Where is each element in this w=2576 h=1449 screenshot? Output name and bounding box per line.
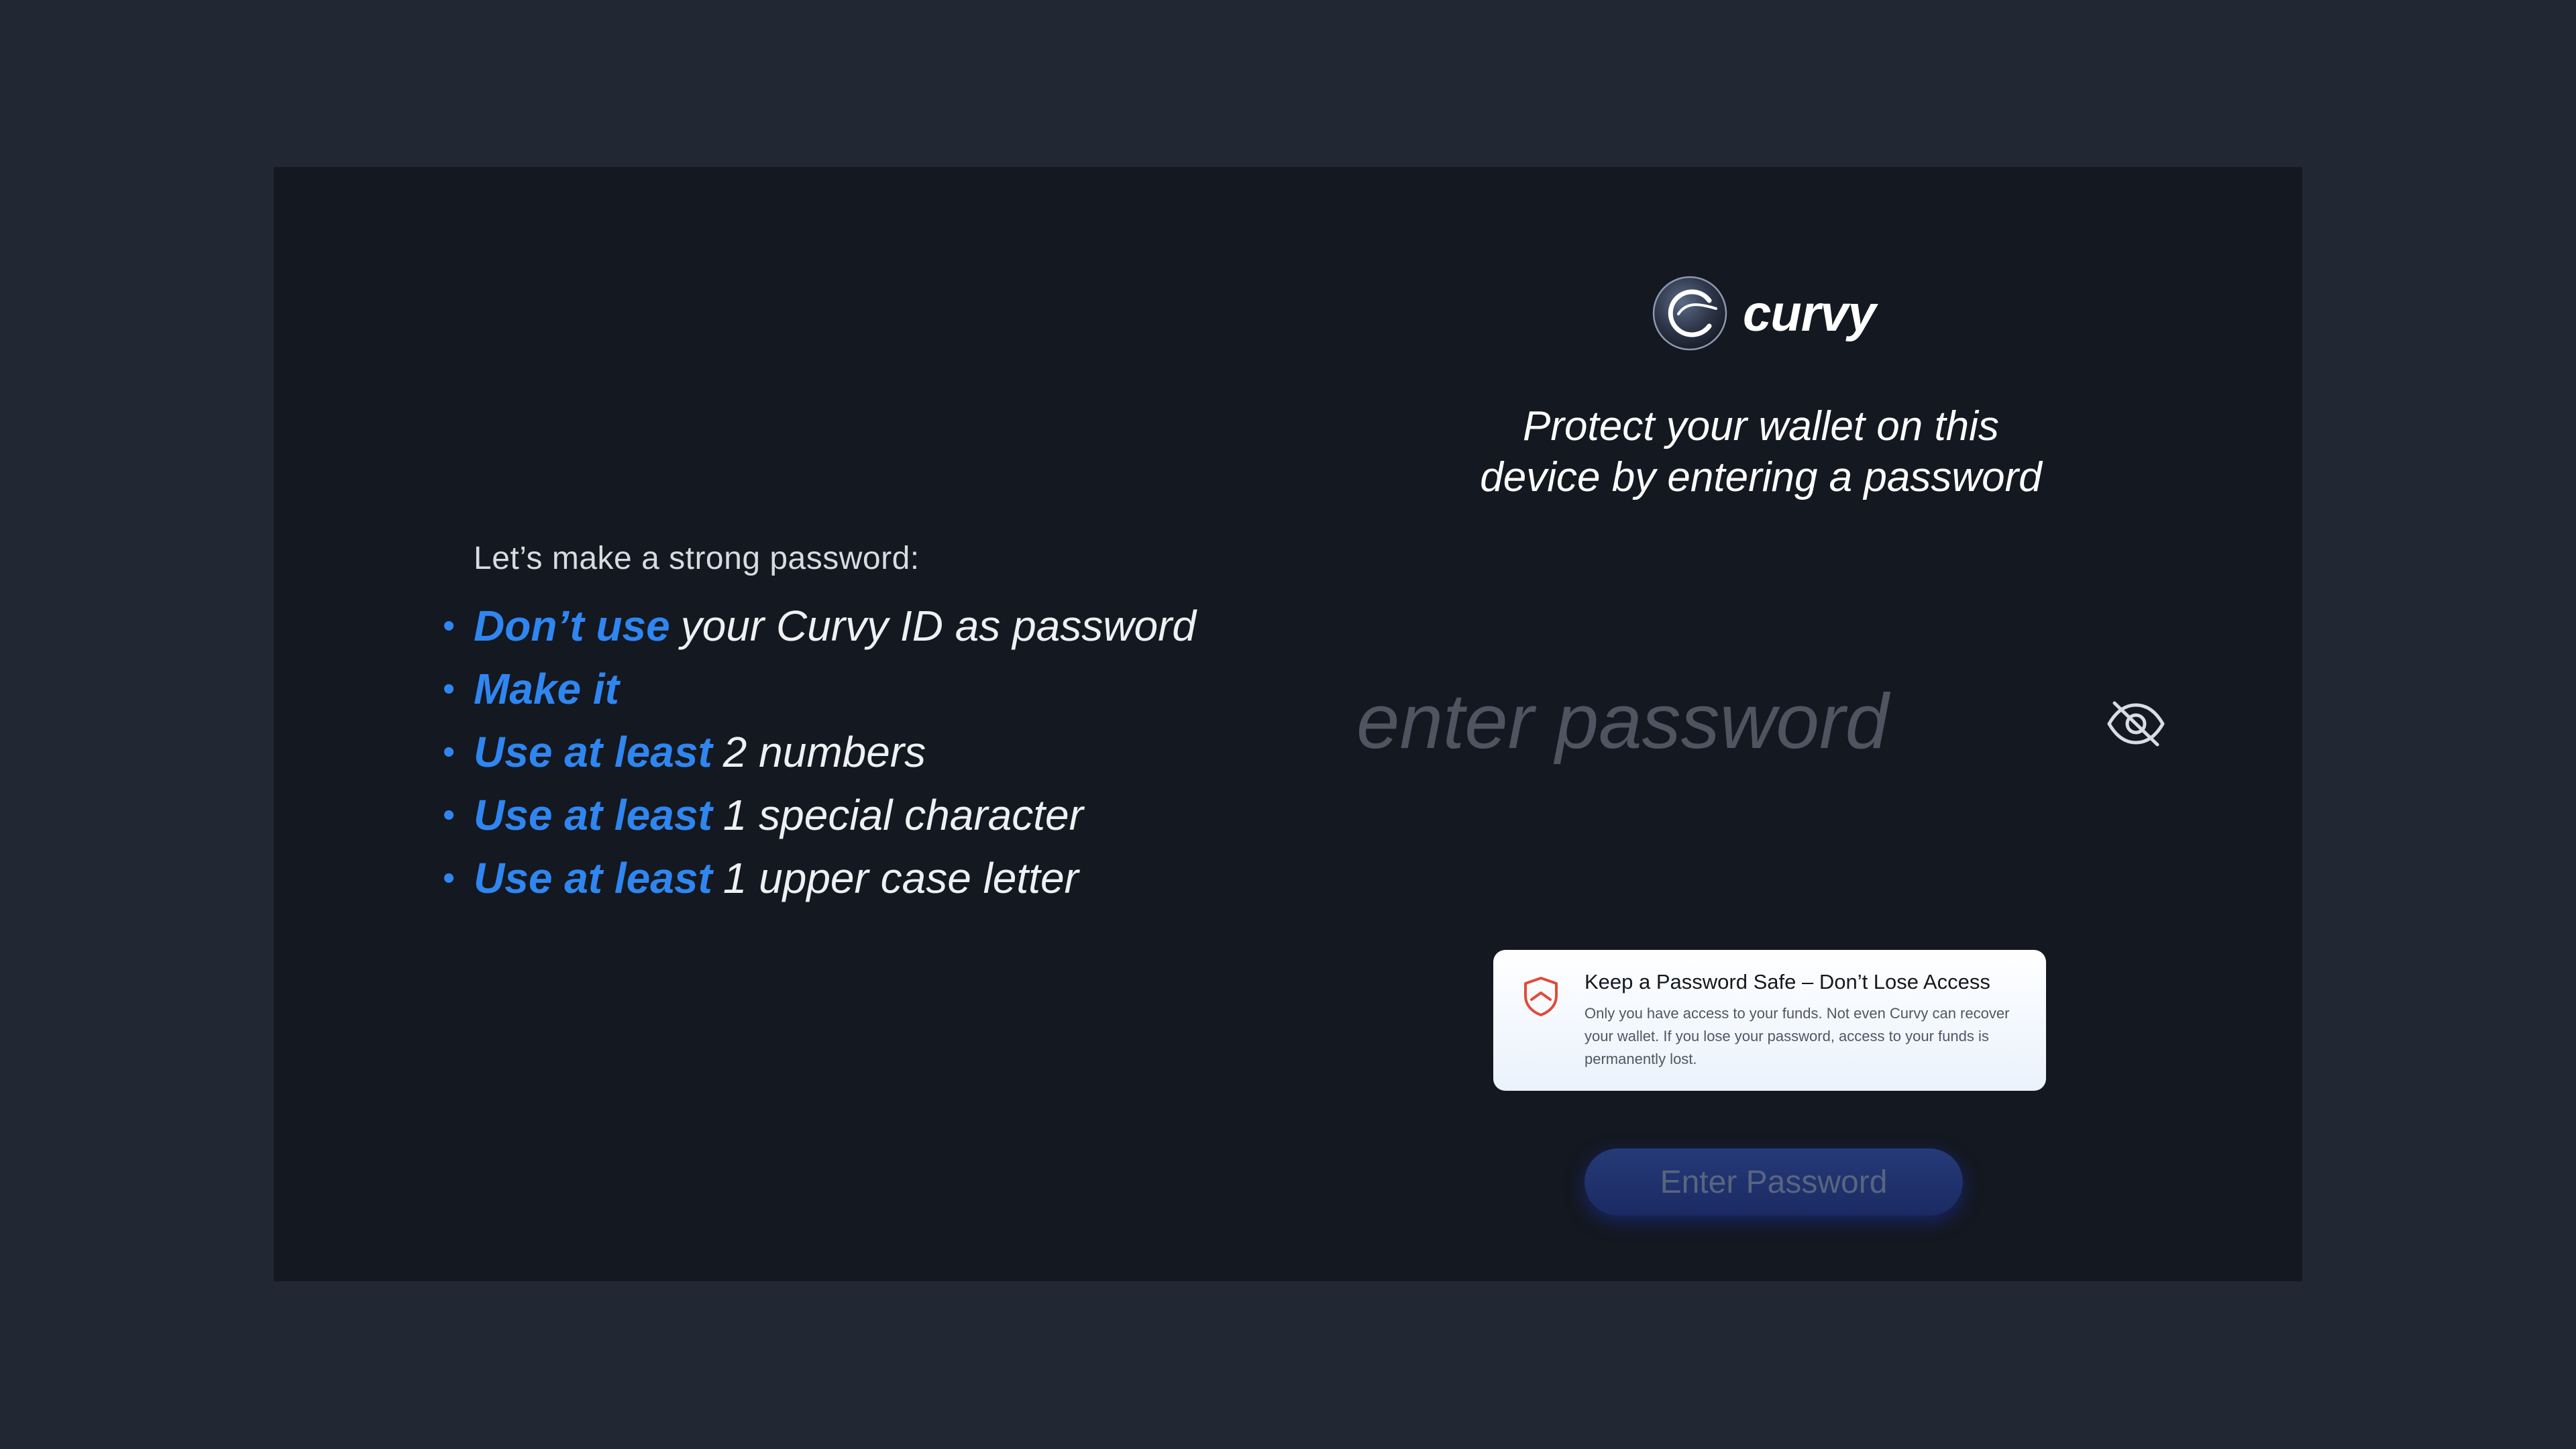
- page-title: Protect your wallet on this device by en…: [1409, 401, 2113, 503]
- enter-password-button[interactable]: Enter Password: [1585, 1148, 1963, 1216]
- bullet-icon: •: [443, 606, 455, 645]
- tip-rest: 1 special character: [722, 791, 1083, 839]
- title-line-2: device by entering a password: [1480, 454, 2042, 500]
- tips-intro: Let’s make a strong password:: [474, 541, 920, 576]
- tip-strong: Don’t use: [474, 602, 670, 650]
- curvy-logo-icon: [1652, 276, 1727, 351]
- password-input[interactable]: [1356, 678, 2370, 765]
- password-warning-card: Keep a Password Safe – Don’t Lose Access…: [1493, 950, 2046, 1091]
- notice-title: Keep a Password Safe – Don’t Lose Access: [1585, 970, 1990, 994]
- tip-rest: 2 numbers: [722, 728, 926, 776]
- tip-item: • Make it: [441, 657, 1313, 720]
- title-line-1: Protect your wallet on this: [1523, 403, 1999, 449]
- tips-list: • Don’t use your Curvy ID as password • Mak…: [441, 594, 1313, 910]
- tip-rest: your Curvy ID as password: [680, 602, 1196, 650]
- toggle-visibility-button[interactable]: [2104, 694, 2168, 754]
- tip-rest: 1 upper case letter: [722, 854, 1079, 902]
- tip-item: • Use at least 1 special character: [441, 784, 1313, 847]
- password-tips: Let’s make a strong password: • Don’t use…: [441, 540, 1313, 910]
- tip-strong: Use at least: [474, 728, 712, 776]
- eye-off-icon: [2107, 701, 2165, 747]
- bullet-icon: •: [443, 669, 455, 708]
- tip-item: • Use at least 1 upper case letter: [441, 847, 1313, 910]
- brand: curvy: [1652, 275, 1876, 352]
- notice-body: Only you have access to your funds. Not …: [1585, 1005, 2010, 1067]
- tip-item: • Use at least 2 numbers: [441, 720, 1313, 784]
- tip-strong: Use at least: [474, 791, 712, 839]
- brand-name: curvy: [1743, 284, 1876, 342]
- shield-icon: [1524, 977, 1558, 1016]
- bullet-icon: •: [443, 796, 455, 835]
- password-field[interactable]: [1352, 678, 2370, 765]
- tip-item: • Don’t use your Curvy ID as password: [441, 594, 1313, 657]
- tip-strong: Make it: [474, 665, 619, 713]
- bullet-icon: •: [443, 733, 455, 771]
- bullet-icon: •: [443, 859, 455, 898]
- tip-strong: Use at least: [474, 854, 712, 902]
